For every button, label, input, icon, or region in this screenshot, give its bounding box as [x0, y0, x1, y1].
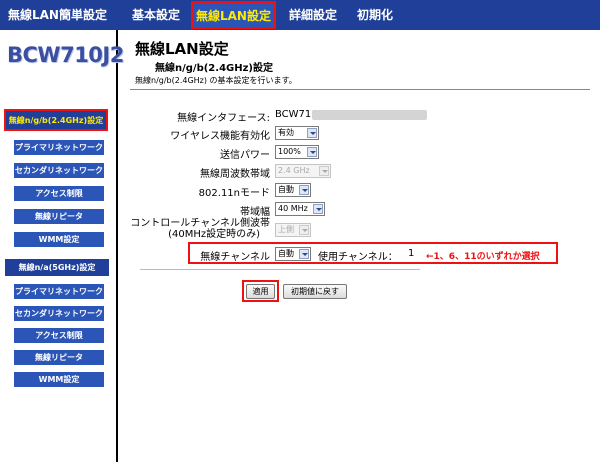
chevron-down-icon	[299, 185, 309, 195]
page-description: 無線n/g/b(2.4GHz) の基本設定を行います。	[135, 76, 297, 85]
channel-annotation: ←1、6、11のいずれか選択	[426, 252, 540, 262]
channel-label: 無線チャンネル	[200, 252, 270, 263]
bandwidth-label: 帯域幅	[240, 207, 270, 218]
mode-select[interactable]: 自動	[275, 183, 311, 197]
enable-label: ワイヤレス機能有効化	[170, 131, 270, 142]
nav-initialize[interactable]: 初期化	[357, 0, 393, 30]
sidebar-item-24-access[interactable]: アクセス制限	[14, 186, 104, 201]
divider	[130, 89, 590, 90]
chevron-down-icon	[307, 128, 317, 138]
nav-basic-settings[interactable]: 基本設定	[132, 0, 180, 30]
chevron-down-icon	[299, 249, 309, 259]
sidebar-item-5-secondary[interactable]: セカンダリネットワーク	[14, 306, 104, 321]
used-channel-label: 使用チャンネル：	[318, 252, 398, 263]
interface-label: 無線インタフェース:	[177, 113, 270, 124]
main-content: 無線LAN設定 無線n/g/b(2.4GHz)設定 無線n/g/b(2.4GHz…	[120, 30, 600, 462]
sideband-select-value: 上側	[278, 225, 294, 234]
chevron-down-icon	[307, 147, 317, 157]
band-label: 無線周波数帯域	[200, 169, 270, 180]
enable-select-value: 有効	[278, 128, 294, 137]
mode-select-value: 自動	[278, 185, 294, 194]
chevron-down-icon	[319, 166, 329, 176]
power-select[interactable]: 100%	[275, 145, 319, 159]
nav-wireless-lan-settings[interactable]: 無線LAN設定	[191, 1, 276, 29]
page-title: 無線LAN設定	[135, 40, 229, 58]
nav-advanced-settings[interactable]: 詳細設定	[289, 0, 337, 30]
bandwidth-select-value: 40 MHz	[278, 204, 308, 213]
used-channel-value: 1	[408, 248, 415, 259]
sidebar-item-5-wmm[interactable]: WMM設定	[14, 372, 104, 387]
sideband-label: コントロールチャンネル側波帯 (40MHz設定時のみ)	[120, 218, 270, 240]
sidebar-group-24ghz[interactable]: 無線n/g/b(2.4GHz)設定	[4, 109, 108, 131]
sidebar-group-5ghz[interactable]: 無線n/a(5GHz)設定	[5, 259, 109, 276]
chevron-down-icon	[299, 225, 309, 235]
band-select-value: 2.4 GHz	[278, 166, 310, 175]
apply-button[interactable]: 適用	[246, 284, 275, 299]
sideband-select: 上側	[275, 223, 311, 237]
chevron-down-icon	[313, 204, 323, 214]
enable-select[interactable]: 有効	[275, 126, 319, 140]
page-subtitle: 無線n/g/b(2.4GHz)設定	[155, 63, 273, 74]
sidebar-item-5-access[interactable]: アクセス制限	[14, 328, 104, 343]
mode-label: 802.11nモード	[198, 188, 270, 199]
band-select: 2.4 GHz	[275, 164, 331, 178]
channel-select[interactable]: 自動	[275, 247, 311, 261]
sideband-label-line1: コントロールチャンネル側波帯	[130, 218, 270, 229]
sidebar-item-24-wmm[interactable]: WMM設定	[14, 232, 104, 247]
product-logo: BCW710J2	[7, 43, 124, 67]
reset-defaults-button[interactable]: 初期値に戻す	[283, 284, 347, 299]
sidebar-item-24-repeater[interactable]: 無線リピータ	[14, 209, 104, 224]
redacted-mac-address	[312, 110, 427, 120]
sidebar-item-5-primary[interactable]: プライマリネットワーク	[14, 284, 104, 299]
power-label: 送信パワー	[220, 150, 270, 161]
sideband-label-line2: (40MHz設定時のみ)	[168, 229, 260, 240]
nav-easy-setup[interactable]: 無線LAN簡単設定	[8, 0, 107, 30]
power-select-value: 100%	[278, 147, 301, 156]
bandwidth-select[interactable]: 40 MHz	[275, 202, 325, 216]
sidebar: BCW710J2 無線n/g/b(2.4GHz)設定 プライマリネットワーク セ…	[0, 30, 124, 462]
channel-select-value: 自動	[278, 249, 294, 258]
top-navigation: 無線LAN簡単設定 基本設定 無線LAN設定 詳細設定 初期化	[0, 0, 600, 30]
divider	[140, 269, 420, 270]
sidebar-item-5-repeater[interactable]: 無線リピータ	[14, 350, 104, 365]
sidebar-item-24-secondary[interactable]: セカンダリネットワーク	[14, 163, 104, 178]
sidebar-item-24-primary[interactable]: プライマリネットワーク	[14, 140, 104, 155]
